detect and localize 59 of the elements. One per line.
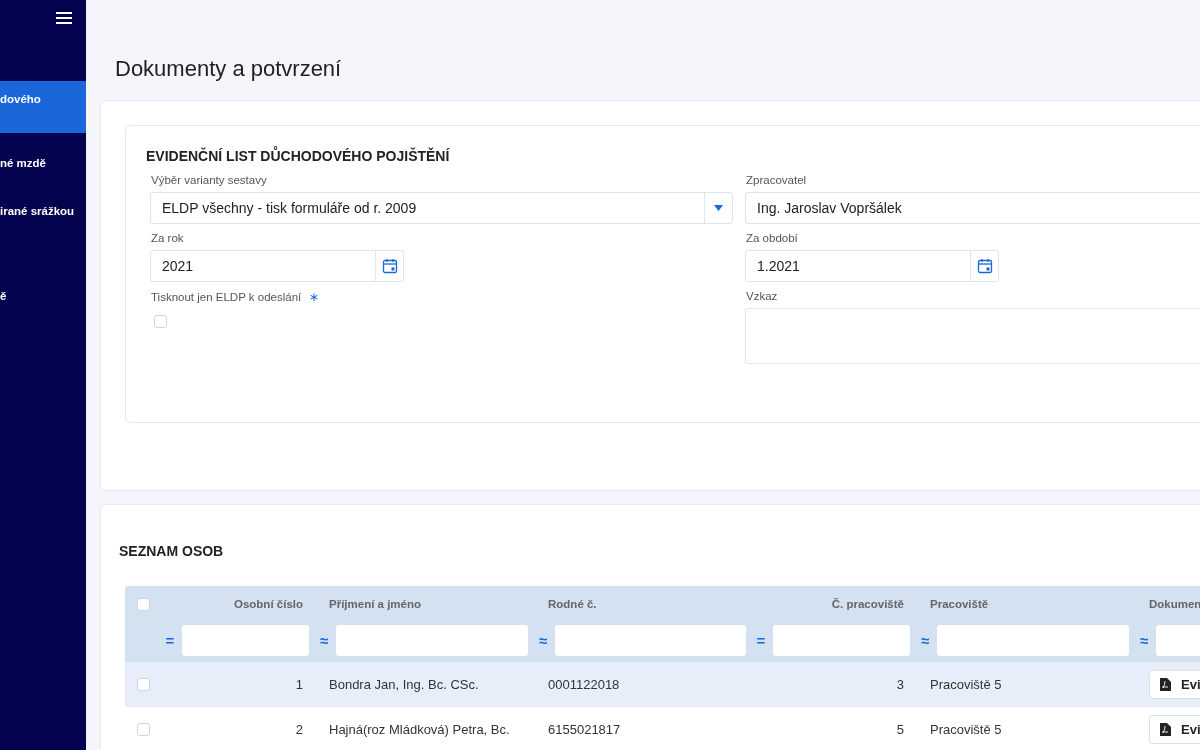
document-button[interactable]: Evi: [1149, 714, 1200, 744]
date-field[interactable]: 2021: [150, 250, 404, 282]
text-field[interactable]: Ing. Jaroslav Vopršálek: [745, 192, 1200, 224]
table-cell: Pracoviště 5: [930, 721, 1002, 737]
select-all-checkbox[interactable]: [136, 597, 150, 611]
page-title: Dokumenty a potvrzení: [115, 55, 342, 83]
field-label: Zpracovatel: [746, 174, 807, 186]
section-title: SEZNAM OSOB: [119, 543, 224, 559]
filter-operator[interactable]: ≈: [318, 631, 330, 649]
pdf-file-icon: [1160, 722, 1171, 736]
menu-button[interactable]: [56, 10, 72, 26]
table-cell: 6155021817: [548, 721, 621, 737]
filter-input[interactable]: [773, 624, 910, 656]
row-checkbox[interactable]: [136, 722, 150, 736]
filter-input[interactable]: [336, 624, 528, 656]
table-cell: 2: [295, 721, 303, 737]
field-label: Vzkaz: [746, 290, 778, 302]
column-header[interactable]: Rodné č.: [548, 598, 597, 610]
filter-input[interactable]: [182, 624, 309, 656]
column-header[interactable]: Osobní číslo: [234, 598, 303, 610]
table-cell: 3: [896, 676, 904, 692]
column-header[interactable]: Č. pracoviště: [831, 598, 904, 610]
sidebar-item[interactable]: dového: [0, 81, 86, 133]
table-row[interactable]: 1 Bondra Jan, Ing. Bc. CSc. 0001122018 3 Pracoviště 5 Evi: [125, 662, 1200, 707]
column-header[interactable]: Pracoviště: [930, 598, 989, 610]
filter-operator[interactable]: ≈: [919, 631, 931, 649]
filter-operator[interactable]: ≈: [537, 631, 549, 649]
calendar-icon[interactable]: [381, 258, 398, 274]
filter-operator[interactable]: =: [164, 631, 176, 649]
date-field[interactable]: 1.2021: [745, 250, 999, 282]
table-cell: 0001122018: [548, 676, 620, 692]
calendar-icon[interactable]: [976, 258, 993, 274]
dropdown-caret-icon: [714, 205, 723, 211]
sidebar-item[interactable]: ě: [0, 279, 86, 327]
filter-operator[interactable]: ≈: [1138, 631, 1150, 649]
field-label: Za rok: [151, 232, 184, 244]
table-cell: Hajná(roz Mládková) Petra, Bc.: [329, 721, 510, 737]
field-label: Výběr varianty sestavy: [151, 174, 267, 186]
select-field[interactable]: ELDP všechny - tisk formuláře od r. 2009: [150, 192, 733, 224]
sidebar-item[interactable]: irané srážkou: [0, 194, 86, 279]
table-cell: 5: [896, 721, 904, 737]
message-field[interactable]: [745, 308, 1200, 364]
required-mark: ∗: [309, 290, 320, 304]
column-header[interactable]: Příjmení a jméno: [329, 598, 422, 610]
filter-input[interactable]: [555, 624, 746, 656]
field-label: Tisknout jen ELDP k odeslání ∗: [151, 290, 320, 304]
row-checkbox[interactable]: [136, 677, 150, 691]
column-header[interactable]: Dokumen: [1149, 598, 1200, 610]
checkbox[interactable]: [154, 315, 167, 328]
filter-input[interactable]: [937, 624, 1129, 656]
table-cell: Pracoviště 5: [930, 676, 1002, 692]
document-button[interactable]: Evi: [1149, 669, 1200, 699]
filter-operator[interactable]: =: [755, 631, 767, 649]
sidebar-item[interactable]: né mzdě: [0, 146, 86, 194]
section-title: EVIDENČNÍ LIST DŮCHODOVÉHO POJIŠTĚNÍ: [146, 148, 450, 164]
pdf-file-icon: [1160, 677, 1171, 691]
field-label: Za období: [746, 232, 798, 244]
table-cell: 1: [295, 676, 303, 692]
table-cell: Bondra Jan, Ing. Bc. CSc.: [329, 676, 479, 692]
